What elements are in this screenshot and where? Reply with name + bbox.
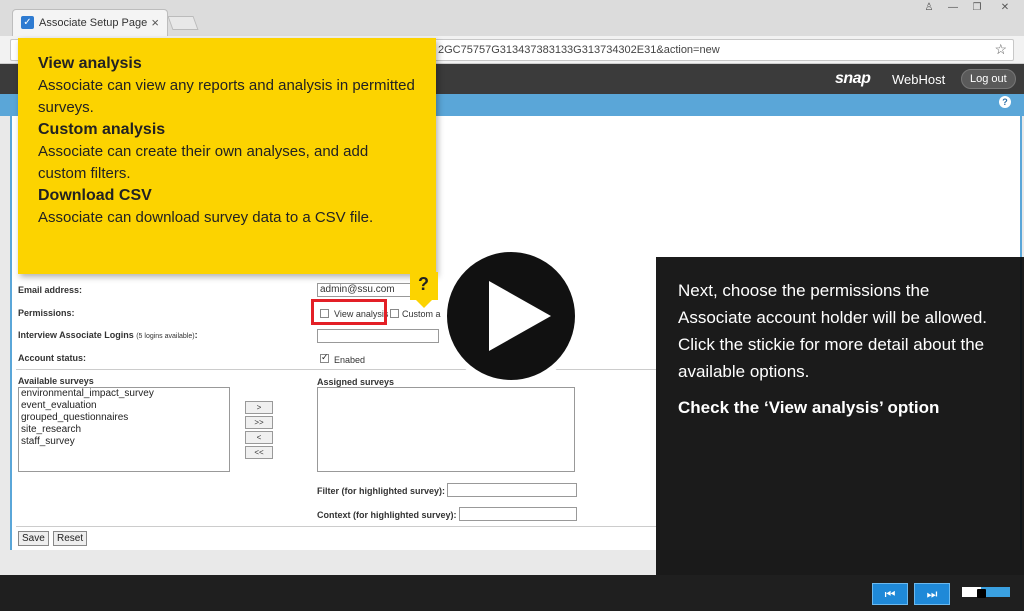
context-input[interactable] — [459, 507, 577, 521]
list-item[interactable]: site_research — [19, 424, 229, 436]
available-surveys-label: Available surveys — [18, 376, 94, 386]
app-window: ✓ Associate Setup Page × ♙ — ❐ ✕ 2GC7575… — [0, 0, 1024, 611]
add-survey-button[interactable]: > — [245, 401, 273, 414]
new-tab-button[interactable] — [167, 16, 199, 30]
browser-tab[interactable]: ✓ Associate Setup Page × — [12, 9, 168, 36]
instruction-panel: Next, choose the permissions the Associa… — [656, 257, 1024, 575]
minimize-icon[interactable]: — — [942, 0, 964, 16]
next-button[interactable]: ⏭ — [914, 583, 950, 605]
stickie-heading-csv: Download CSV — [38, 187, 152, 204]
tab-title: Associate Setup Page — [39, 17, 148, 29]
highlight-box — [311, 299, 387, 325]
remove-all-surveys-button[interactable]: << — [245, 446, 273, 459]
remove-survey-button[interactable]: < — [245, 431, 273, 444]
filter-label: Filter (for highlighted survey): — [317, 486, 446, 496]
enabled-label: Enabed — [334, 355, 366, 365]
context-label: Context (for highlighted survey): — [317, 510, 457, 520]
stickie-pointer — [414, 298, 434, 308]
list-item[interactable]: environmental_impact_survey — [19, 388, 229, 400]
instruction-text: Next, choose the permissions the Associa… — [678, 281, 988, 381]
bookmark-star-icon[interactable]: ☆ — [994, 41, 1007, 58]
product-name: WebHost — [892, 72, 946, 87]
progress-knob[interactable] — [977, 589, 987, 598]
skip-forward-icon: ⏭ — [926, 587, 938, 601]
assigned-surveys-list[interactable] — [317, 387, 575, 472]
account-status-label: Account status: — [18, 353, 87, 363]
custom-analysis-checkbox[interactable] — [390, 309, 399, 318]
list-item[interactable]: staff_survey — [19, 436, 229, 448]
question-mark-icon[interactable]: ? — [418, 274, 429, 295]
checkbox-favicon-icon: ✓ — [21, 16, 34, 29]
add-all-surveys-button[interactable]: >> — [245, 416, 273, 429]
help-icon[interactable]: ? — [999, 96, 1011, 108]
snap-logo: snap — [835, 70, 871, 87]
instruction-action: Check the ‘View analysis’ option — [678, 398, 940, 417]
logout-button[interactable]: Log out — [961, 69, 1016, 89]
close-window-icon[interactable]: ✕ — [990, 0, 1020, 16]
divider — [16, 526, 656, 527]
player-bar: ⏮ ⏭ — [0, 575, 1024, 611]
email-label: Email address: — [18, 285, 83, 295]
reset-button[interactable]: Reset — [53, 531, 88, 546]
enabled-checkbox[interactable]: ✓ — [320, 352, 329, 363]
divider — [16, 369, 656, 370]
available-surveys-list[interactable]: environmental_impact_survey event_evalua… — [18, 387, 230, 472]
stickie-heading-custom: Custom analysis — [38, 121, 166, 138]
progress-bar[interactable] — [962, 587, 1010, 598]
logins-label-text: Interview Associate Logins — [18, 330, 134, 340]
permissions-label: Permissions: — [18, 308, 75, 318]
url-text: 2GC75757G313437383133G313734302E31&actio… — [438, 44, 720, 56]
stickie-text-csv: Associate can download survey data to a … — [38, 209, 374, 226]
custom-analysis-label: Custom a — [402, 309, 441, 319]
permissions-stickie[interactable]: View analysis Associate can view any rep… — [18, 38, 436, 274]
close-tab-icon[interactable]: × — [151, 15, 159, 30]
list-item[interactable]: event_evaluation — [19, 400, 229, 412]
stickie-heading-view: View analysis — [38, 55, 142, 72]
logins-note: (5 logins available) — [136, 333, 195, 340]
assigned-surveys-label: Assigned surveys — [317, 377, 395, 387]
logins-label: Interview Associate Logins (5 logins ava… — [18, 330, 198, 340]
user-icon[interactable]: ♙ — [918, 0, 940, 16]
save-button[interactable]: Save — [18, 531, 49, 546]
previous-button[interactable]: ⏮ — [872, 583, 908, 605]
logins-colon: : — [194, 330, 198, 340]
filter-input[interactable] — [447, 483, 577, 497]
browser-tabbar: ✓ Associate Setup Page × ♙ — ❐ ✕ — [0, 0, 1024, 36]
list-item[interactable]: grouped_questionnaires — [19, 412, 229, 424]
email-field[interactable]: admin@ssu.com — [317, 283, 417, 297]
skip-back-icon: ⏮ — [884, 587, 896, 601]
stickie-text-view: Associate can view any reports and analy… — [38, 77, 415, 116]
stickie-text-custom: Associate can create their own analyses,… — [38, 143, 369, 182]
check-icon: ✓ — [321, 352, 329, 362]
maximize-icon[interactable]: ❐ — [966, 0, 988, 16]
play-icon — [489, 281, 551, 351]
logins-input[interactable] — [317, 329, 439, 343]
